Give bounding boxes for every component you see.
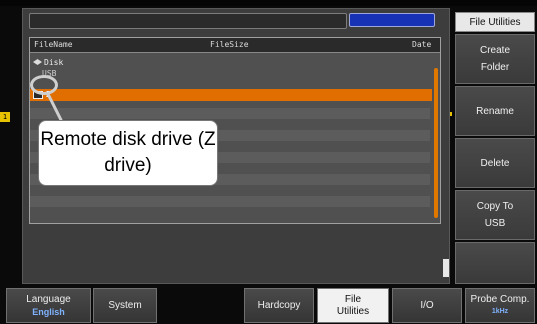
list-row xyxy=(30,196,430,207)
probe-comp-label: Probe Comp. xyxy=(470,293,530,305)
menu-title: File Utilities xyxy=(455,12,535,32)
system-button[interactable]: System xyxy=(93,288,157,323)
tree-item-disk[interactable]: Disk xyxy=(33,58,63,68)
storage-indicator xyxy=(349,13,435,27)
selected-row-z-drive[interactable]: Z xyxy=(30,89,432,101)
path-bar xyxy=(29,13,347,29)
language-button[interactable]: Language English xyxy=(6,288,91,323)
top-status-strip xyxy=(0,0,537,6)
file-utilities-tab[interactable]: File Utilities xyxy=(317,288,389,323)
oscilloscope-screen: 1 FileName FileSize Date Disk USB Z File… xyxy=(0,0,537,324)
tree-label-disk: Disk xyxy=(44,58,64,67)
list-row xyxy=(30,108,430,119)
delete-button[interactable]: Delete xyxy=(455,138,535,188)
side-indicator xyxy=(443,259,449,277)
column-date: Date xyxy=(412,40,432,49)
io-button[interactable]: I/O xyxy=(392,288,462,323)
language-label: Language xyxy=(26,293,71,305)
hardcopy-button[interactable]: Hardcopy xyxy=(244,288,314,323)
file-list-header: FileName FileSize Date xyxy=(30,38,440,53)
system-label: System xyxy=(108,299,142,311)
column-filesize: FileSize xyxy=(210,40,249,49)
disk-icon xyxy=(33,59,42,65)
rename-button[interactable]: Rename xyxy=(455,86,535,136)
channel1-marker: 1 xyxy=(0,112,10,122)
hardcopy-label: Hardcopy xyxy=(257,299,301,311)
probe-comp-value: 1kHz xyxy=(491,307,509,315)
callout-box: Remote disk drive (Z drive) xyxy=(38,120,218,186)
file-utilities-label: File Utilities xyxy=(336,293,370,317)
copy-to-usb-button[interactable]: Copy To USB xyxy=(455,190,535,240)
column-filename: FileName xyxy=(34,40,73,49)
probe-comp-button[interactable]: Probe Comp. 1kHz xyxy=(465,288,535,323)
callout-highlight-circle xyxy=(30,75,58,95)
empty-softkey[interactable] xyxy=(455,242,535,284)
create-folder-button[interactable]: Create Folder xyxy=(455,34,535,84)
io-label: I/O xyxy=(420,299,434,311)
file-list-scrollbar[interactable] xyxy=(434,68,438,218)
language-value: English xyxy=(32,306,65,317)
